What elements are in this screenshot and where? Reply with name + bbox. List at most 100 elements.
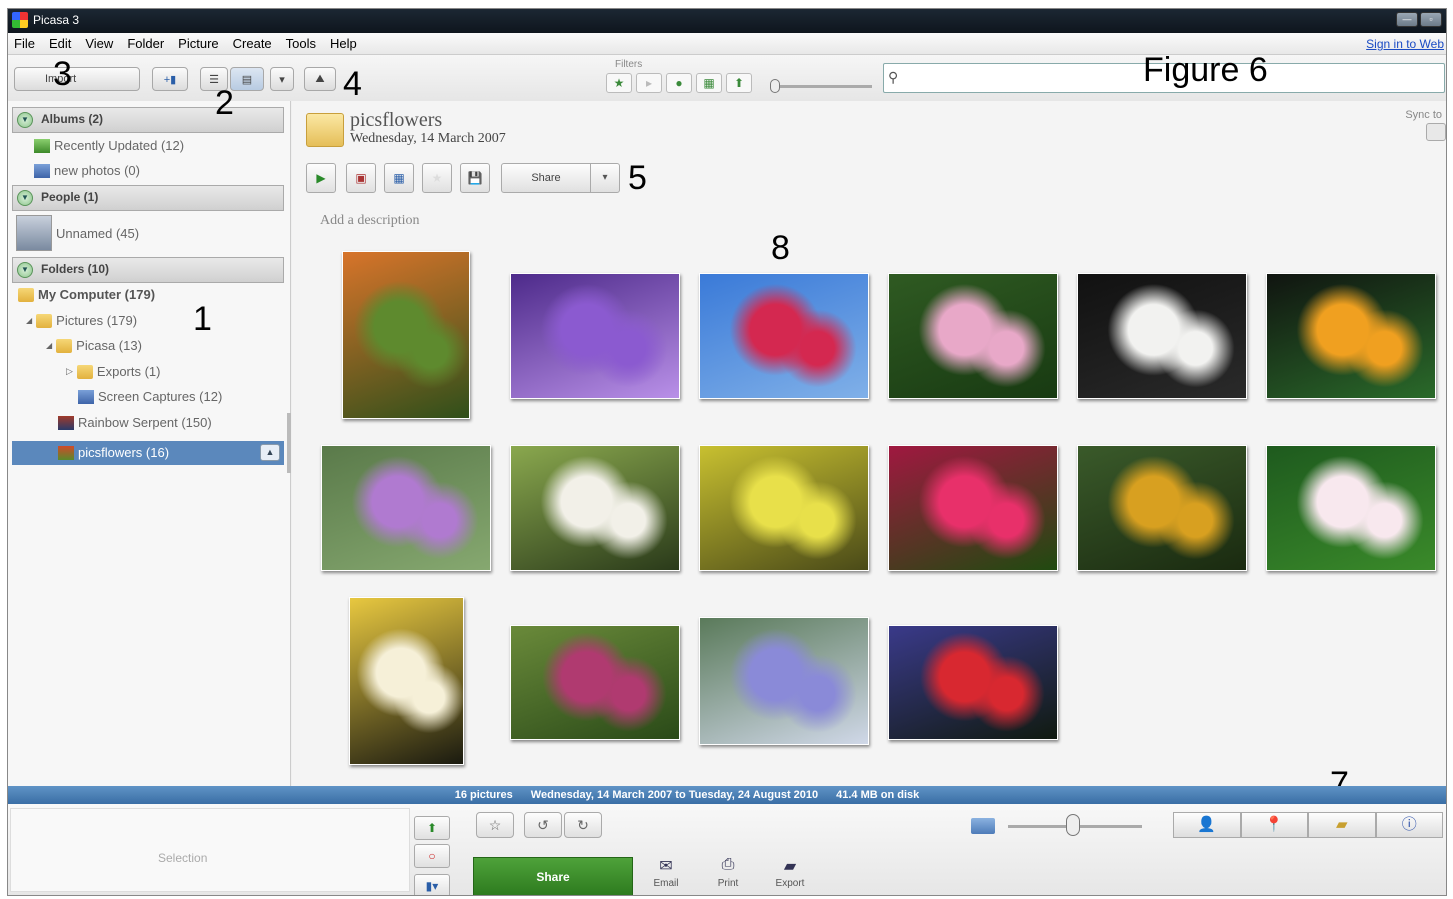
photo-thumbnail-red-bougainvillea[interactable] — [699, 273, 869, 399]
photo-thumbnail-pink-dahlia[interactable] — [888, 445, 1058, 571]
photo-thumbnail-pink-white-hibiscus[interactable] — [1266, 445, 1436, 571]
import-button[interactable]: Import — [14, 67, 140, 91]
photo-thumbnail-white-cactus-flower[interactable] — [510, 445, 680, 571]
disk-size: 41.4 MB on disk — [836, 789, 920, 801]
star-filter-icon[interactable]: ★ — [606, 73, 632, 93]
pin-icon: ⬆ — [426, 821, 438, 835]
minimize-button[interactable]: — — [1396, 12, 1418, 27]
share-dropdown-button[interactable]: ▾ — [590, 163, 620, 193]
video-filter-icon[interactable]: ▸ — [636, 73, 662, 93]
view-dropdown-button[interactable]: ▾ — [270, 67, 294, 91]
section-albums[interactable]: ▼ Albums (2) — [12, 107, 284, 133]
sidebar-item-pictures[interactable]: ◢ Pictures (179) — [26, 313, 137, 328]
folder-icon — [56, 338, 73, 353]
people-view-button[interactable]: ⛰ — [304, 67, 336, 91]
star-icon: ★ — [431, 171, 443, 185]
photo-thumbnail-white-camellia[interactable] — [1077, 273, 1247, 399]
album-title[interactable]: picsflowers — [350, 109, 442, 132]
tags-tab[interactable]: ▰ — [1308, 812, 1376, 838]
photo-thumbnail-purple-orchid[interactable] — [321, 445, 491, 571]
date-filter-slider[interactable] — [770, 79, 872, 93]
photo-thumbnail-wisteria-tree[interactable] — [699, 617, 869, 745]
photo-thumbnail-pink-nerine[interactable] — [888, 273, 1058, 399]
annotation-1: 1 — [193, 300, 212, 338]
thumbnail-size-icon — [971, 818, 995, 834]
description-field[interactable]: Add a description — [320, 213, 420, 229]
sidebar-item-new-photos[interactable]: new photos (0) — [34, 163, 140, 178]
photo-thumbnail-bird-of-paradise[interactable] — [1266, 273, 1436, 399]
expand-triangle-icon[interactable]: ◢ — [26, 316, 32, 325]
email-button[interactable]: ✉ Email — [640, 856, 692, 889]
add-to-album-button[interactable]: +▮ — [152, 67, 188, 91]
menu-folder[interactable]: Folder — [127, 36, 164, 51]
maximize-button[interactable]: ▫ — [1420, 12, 1442, 27]
menu-create[interactable]: Create — [233, 36, 272, 51]
slideshow-button[interactable]: ▶ — [306, 163, 336, 193]
menu-tools[interactable]: Tools — [286, 36, 316, 51]
thumbnail-size-knob[interactable] — [1066, 814, 1080, 836]
collapse-people-icon[interactable]: ▼ — [17, 190, 33, 206]
date-filter-knob[interactable] — [770, 79, 780, 93]
face-filter-icon[interactable]: ● — [666, 73, 692, 93]
sidebar-item-my-computer[interactable]: My Computer (179) — [18, 287, 155, 302]
hold-button[interactable]: ⬆ — [414, 816, 450, 840]
sidebar-item-label: Unnamed (45) — [56, 225, 140, 241]
section-people[interactable]: ▼ People (1) — [12, 185, 284, 211]
blog-button[interactable]: ★ — [422, 163, 452, 193]
sidebar-item-unnamed[interactable]: Unnamed (45) — [16, 215, 139, 251]
sidebar-item-picsflowers[interactable]: picsflowers (16) ▲ — [12, 441, 284, 465]
upload-filter-icon[interactable]: ▦ — [696, 73, 722, 93]
export-button[interactable]: ▰ Export — [764, 856, 816, 889]
rotate-right-button[interactable]: ↻ — [564, 812, 602, 838]
album-date: Wednesday, 14 March 2007 — [350, 131, 506, 146]
expand-triangle-icon[interactable]: ◢ — [46, 341, 52, 350]
movie-button[interactable]: ▦ — [384, 163, 414, 193]
collapse-folders-icon[interactable]: ▼ — [17, 262, 33, 278]
selection-tray[interactable] — [10, 808, 410, 892]
clear-button[interactable]: ○ — [414, 844, 450, 868]
add-to-button[interactable]: ▮▾ — [414, 874, 450, 895]
sidebar-scrollbar[interactable] — [287, 413, 291, 473]
collapse-albums-icon[interactable]: ▼ — [17, 112, 33, 128]
sign-in-link[interactable]: Sign in to Web — [1366, 37, 1444, 51]
section-folders[interactable]: ▼ Folders (10) — [12, 257, 284, 283]
sidebar-item-rainbow-serpent[interactable]: Rainbow Serpent (150) — [58, 415, 212, 430]
print-button[interactable]: ⎙ Print — [702, 856, 754, 889]
photo-thumbnail-bromeliad-spikes[interactable] — [510, 625, 680, 740]
share-big-button[interactable]: Share — [473, 857, 633, 895]
email-icon: ✉ — [659, 858, 673, 875]
menu-help[interactable]: Help — [330, 36, 357, 51]
menu-view[interactable]: View — [85, 36, 113, 51]
sidebar-item-exports[interactable]: ▷ Exports (1) — [66, 364, 161, 379]
sidebar-item-picasa[interactable]: ◢ Picasa (13) — [46, 338, 142, 353]
thumbnail-view-button[interactable]: ▤ — [230, 67, 264, 91]
menu-file[interactable]: File — [14, 36, 35, 51]
rotate-left-button[interactable]: ↺ — [524, 812, 562, 838]
photo-thumbnail-frangipani[interactable] — [349, 597, 464, 765]
upload-icon[interactable]: ▲ — [260, 444, 280, 461]
share-button[interactable]: Share — [501, 163, 591, 193]
folder-icon — [36, 313, 53, 328]
photo-thumbnail-yellow-grevillea[interactable] — [1077, 445, 1247, 571]
search-icon: ⚲ — [888, 69, 899, 85]
save-button[interactable]: 💾 — [460, 163, 490, 193]
photo-thumbnail-purple-tibouchina[interactable] — [510, 273, 680, 399]
albums-header-label: Albums (2) — [41, 112, 104, 126]
collapse-triangle-icon[interactable]: ▷ — [66, 366, 73, 377]
properties-tab[interactable]: ⓘ — [1375, 812, 1443, 838]
sidebar-item-screen-captures[interactable]: Screen Captures (12) — [78, 389, 222, 404]
people-icon: ⛰ — [315, 72, 325, 85]
menu-picture[interactable]: Picture — [178, 36, 218, 51]
menu-edit[interactable]: Edit — [49, 36, 71, 51]
geotag-filter-icon[interactable]: ⬆ — [726, 73, 752, 93]
sync-toggle[interactable] — [1426, 123, 1446, 141]
photo-thumbnail-red-bromeliad[interactable] — [888, 625, 1058, 740]
photo-thumbnail-yellow-cactus-flower[interactable] — [699, 445, 869, 571]
places-tab[interactable]: 📍 — [1240, 812, 1308, 838]
star-button[interactable]: ☆ — [476, 812, 514, 838]
people-tab[interactable]: 👤 — [1173, 812, 1241, 838]
sidebar-item-recently-updated[interactable]: Recently Updated (12) — [34, 138, 184, 153]
collage-button[interactable]: ▣ — [346, 163, 376, 193]
photo-folder-icon — [58, 445, 74, 460]
photo-thumbnail-orange-heliconia[interactable] — [342, 251, 470, 419]
